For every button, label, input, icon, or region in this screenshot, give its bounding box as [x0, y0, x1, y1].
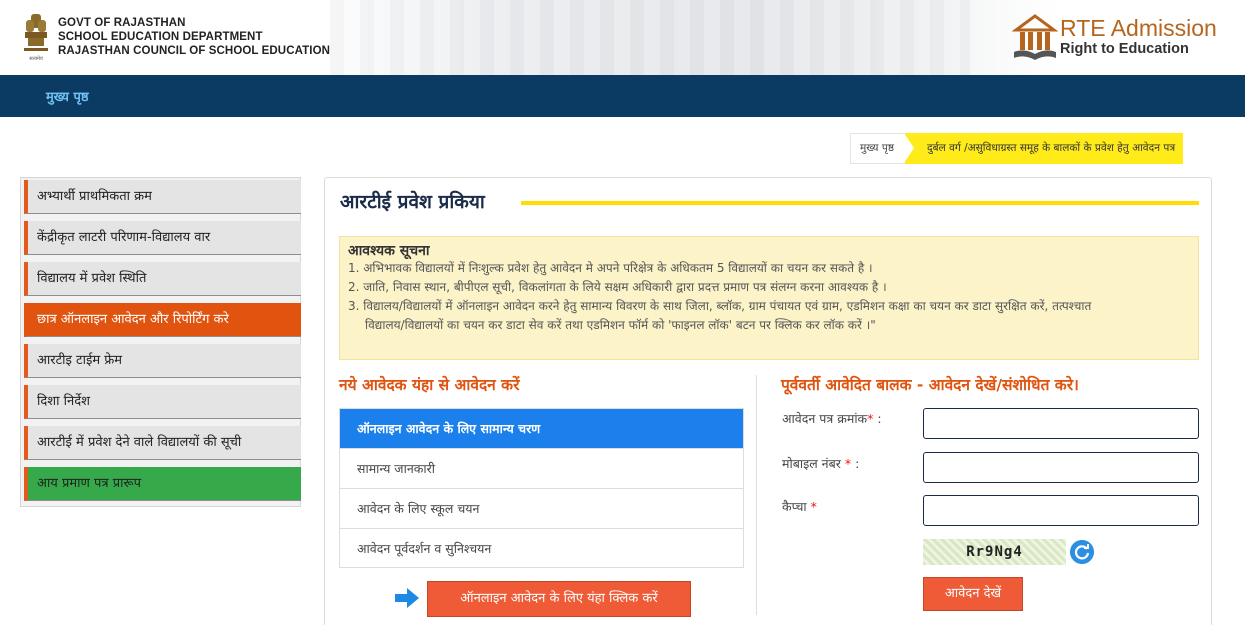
refresh-icon[interactable]	[1070, 540, 1094, 564]
column-divider	[756, 375, 757, 615]
notice-line-3: 3. विद्यालय/विद्यालयों में ऑनलाइन आवेदन …	[348, 299, 1092, 313]
online-apply-button[interactable]: ऑनलाइन आवेदन के लिए यंहा क्लिक करें	[427, 581, 691, 617]
notice-line-3-continued: विद्यालय/विद्यालयों का चयन कर डाटा सेव क…	[365, 318, 876, 332]
step-general-info: सामान्य जानकारी	[340, 449, 743, 489]
main-panel: आरटीई प्रवेश प्रकिया आवश्यक सूचना 1. अभि…	[324, 177, 1212, 625]
breadcrumb: मुख्य पृष्ठ दुर्बल वर्ग /असुविधाग्रस्त स…	[850, 133, 1184, 164]
nav-home-link[interactable]: मुख्य पृष्ठ	[46, 87, 89, 105]
rte-subtitle: Right to Education	[1060, 41, 1189, 57]
header-background-photo	[330, 0, 970, 75]
notice-line-2: 2. जाति, निवास स्थान, बीपीएल सूची, विकला…	[348, 280, 887, 294]
main-navbar: मुख्य पृष्ठ	[0, 75, 1245, 117]
view-application-button[interactable]: आवेदन देखें	[923, 577, 1023, 611]
mobile-label-text: मोबाइल नंबर	[782, 456, 841, 471]
step-school-selection: आवेदन के लिए स्कूल चयन	[340, 489, 743, 529]
arrow-right-icon	[395, 588, 419, 608]
sidebar-item-income-certificate[interactable]: आय प्रमाण पत्र प्रारूप	[24, 467, 301, 501]
gov-line-2: SCHOOL EDUCATION DEPARTMENT	[58, 31, 263, 43]
mobile-number-label: मोबाइल नंबर * :	[782, 455, 859, 472]
step-preview-confirm: आवेदन पूर्वदर्शन व सुनिश्चयन	[357, 541, 492, 556]
government-title: GOVT OF RAJASTHAN SCHOOL EDUCATION DEPAR…	[58, 16, 330, 58]
new-applicant-title: नये आवेदक यंहा से आवेदन करें	[339, 376, 520, 394]
sidebar-item-candidate-priority[interactable]: अभ्यार्थी प्राथमिकता क्रम	[24, 180, 301, 214]
page-title: आरटीई प्रवेश प्रकिया	[340, 191, 485, 213]
captcha-image: Rr9Ng4	[923, 539, 1066, 565]
gov-line-3: RAJASTHAN COUNCIL OF SCHOOL EDUCATION	[58, 45, 331, 57]
important-notice: आवश्यक सूचना 1. अभिभावक विद्यालयों में न…	[339, 236, 1199, 360]
sidebar-item-admission-status[interactable]: विद्यालय में प्रवेश स्थिति	[24, 262, 301, 296]
breadcrumb-home[interactable]: मुख्य पृष्ठ	[850, 133, 914, 164]
notice-heading: आवश्यक सूचना	[348, 243, 430, 259]
gov-line-1: GOVT OF RAJASTHAN	[58, 17, 186, 29]
captcha-label-text: कैप्चा	[782, 499, 807, 514]
form-number-input[interactable]	[923, 408, 1199, 439]
label-colon: :	[877, 411, 882, 426]
svg-text:सत्यमेव: सत्यमेव	[29, 55, 43, 62]
existing-applicant-title: पूर्ववर्ती आवेदित बालक - आवेदन देखें/संश…	[781, 376, 1079, 394]
form-number-label: आवेदन पत्र क्रमांक* :	[782, 410, 882, 427]
label-colon: :	[855, 456, 860, 471]
breadcrumb-current: दुर्बल वर्ग /असुविधाग्रस्त समूह के बालको…	[905, 133, 1184, 164]
required-mark: *	[810, 499, 817, 514]
site-header: सत्यमेव GOVT OF RAJASTHAN SCHOOL EDUCATI…	[0, 0, 1245, 75]
steps-header: ऑनलाइन आवेदन के लिए सामान्य चरण	[340, 409, 743, 449]
sidebar-item-time-frame[interactable]: आरटीइ टाईम फ्रेम	[24, 344, 301, 378]
application-steps-list: ऑनलाइन आवेदन के लिए सामान्य चरण सामान्य …	[339, 408, 744, 568]
title-underline	[521, 201, 1199, 205]
rte-admission-title: RTE Admission	[1060, 15, 1217, 41]
required-mark: *	[867, 411, 874, 426]
sidebar: अभ्यार्थी प्राथमिकता क्रम केंद्रीकृत लाट…	[20, 177, 301, 507]
captcha-input[interactable]	[923, 495, 1199, 526]
mobile-number-input[interactable]	[923, 452, 1199, 483]
required-mark: *	[844, 456, 852, 471]
state-emblem-icon: सत्यमेव	[24, 14, 48, 62]
sidebar-item-online-application[interactable]: छात्र ऑनलाइन आवेदन और रिपोर्टिंग करे	[24, 303, 301, 337]
sidebar-item-school-list[interactable]: आरटीई में प्रवेश देने वाले विद्यालयों की…	[24, 426, 301, 460]
notice-line-1: 1. अभिभावक विद्यालयों में निःशुल्क प्रवे…	[348, 261, 873, 275]
sidebar-item-guidelines[interactable]: दिशा निर्देश	[24, 385, 301, 419]
captcha-label: कैप्चा *	[782, 498, 817, 515]
form-number-label-text: आवेदन पत्र क्रमांक	[782, 411, 868, 426]
school-building-book-icon	[1012, 14, 1058, 60]
sidebar-item-lottery-result[interactable]: केंद्रीकृत लाटरी परिणाम-विद्यालय वार	[24, 221, 301, 255]
